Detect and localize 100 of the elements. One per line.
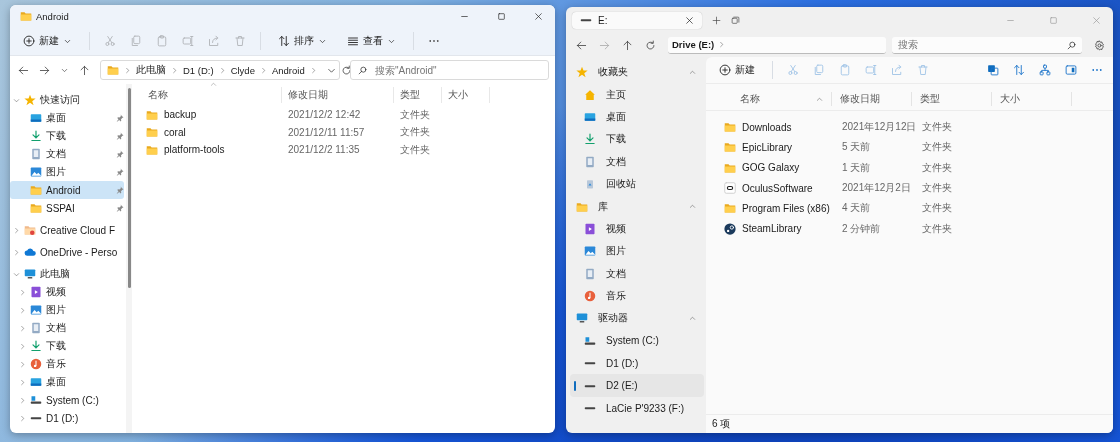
- sidebar-item[interactable]: 文档: [570, 262, 704, 285]
- folder-icon: [107, 64, 119, 76]
- search-icon: [1067, 40, 1076, 50]
- new-button[interactable]: 新建: [20, 32, 75, 50]
- column-header[interactable]: 类型: [912, 92, 992, 106]
- tree-item[interactable]: 文档: [10, 145, 124, 163]
- column-header[interactable]: 修改日期: [832, 92, 912, 106]
- file-name[interactable]: OculusSoftware: [742, 182, 813, 194]
- sort-button[interactable]: 排序: [275, 32, 330, 50]
- scrollbar[interactable]: [126, 84, 132, 433]
- tree-item[interactable]: SSPAI: [10, 199, 124, 217]
- type-cell-text: 文件夹: [921, 181, 953, 196]
- sidebar-item[interactable]: 文档: [570, 150, 704, 173]
- column-header[interactable]: 大小: [442, 87, 490, 103]
- file-name[interactable]: backup: [164, 109, 197, 121]
- column-header[interactable]: 名称: [732, 92, 832, 106]
- folder-icon: [724, 121, 736, 134]
- plus-circle-icon: [719, 64, 731, 76]
- file-name[interactable]: Program Files (x86): [742, 202, 830, 214]
- tab[interactable]: E:: [572, 11, 702, 29]
- sidebar-item[interactable]: 图片: [570, 240, 704, 263]
- tree-item[interactable]: 图片: [10, 301, 124, 319]
- select-icon: [987, 64, 999, 76]
- column-header[interactable]: 名称: [142, 87, 282, 103]
- date-cell-text: 2021年12月2日: [841, 181, 912, 196]
- desktop-icon: [30, 112, 42, 124]
- tree-item[interactable]: Creative Cloud F: [10, 221, 124, 239]
- breadcrumb-item[interactable]: Android: [271, 64, 305, 76]
- sidebar-section-header[interactable]: 驱动器: [570, 307, 706, 330]
- tree-item[interactable]: System (C:): [10, 391, 124, 409]
- sidebar-item[interactable]: 主页: [570, 83, 704, 106]
- sidebar-item[interactable]: D2 (E:): [570, 374, 704, 397]
- sidebar-item[interactable]: 回收站: [570, 172, 704, 196]
- breadcrumb-item[interactable]: Drive (E:): [672, 39, 715, 50]
- chevron-right-icon: [309, 66, 317, 74]
- address-bar[interactable]: Drive (E:): [668, 36, 886, 54]
- plus-circle-icon: [23, 35, 35, 47]
- breadcrumb-item[interactable]: 此电脑: [136, 63, 166, 77]
- file-name[interactable]: GOG Galaxy: [742, 162, 800, 174]
- sidebar-item[interactable]: System (C:): [570, 329, 704, 353]
- new-button[interactable]: 新建: [716, 61, 758, 79]
- breadcrumb-item[interactable]: D1 (D:): [183, 64, 214, 76]
- tree-item[interactable]: 音乐: [10, 355, 124, 373]
- tree-item[interactable]: 桌面: [10, 373, 124, 391]
- tree-item[interactable]: 快速访问: [10, 91, 124, 109]
- column-header[interactable]: 类型: [394, 87, 442, 103]
- document-icon: [584, 267, 596, 280]
- column-header[interactable]: 修改日期: [282, 87, 394, 103]
- desktop-icon: [584, 110, 596, 123]
- tree-item[interactable]: 图片: [10, 163, 124, 181]
- file-name[interactable]: EpicLibrary: [742, 141, 793, 153]
- folder-icon: [724, 161, 736, 174]
- search-field[interactable]: 搜索"Android": [350, 60, 549, 80]
- type-cell-text: 文件夹: [399, 142, 431, 157]
- folder-icon: [146, 126, 158, 139]
- sidebar-section-header[interactable]: 收藏夹: [570, 61, 706, 84]
- sidebar-item[interactable]: LaCie P'9233 (F:): [570, 396, 704, 420]
- home-icon: [584, 88, 596, 101]
- tree-item[interactable]: 此电脑: [10, 265, 124, 283]
- tree-item[interactable]: 下载: [10, 337, 124, 355]
- folder-badge-icon: [24, 224, 36, 236]
- view-button[interactable]: 查看: [344, 32, 399, 50]
- forward-arrow-icon: [599, 39, 610, 51]
- type-cell-text: 文件夹: [399, 107, 431, 122]
- plus-icon: [712, 15, 721, 25]
- date-cell-text: 2021/12/11 11:57: [287, 126, 366, 138]
- folder-icon: [724, 202, 736, 215]
- breadcrumb-item[interactable]: Clyde: [230, 64, 255, 76]
- tree-item[interactable]: 下载: [10, 127, 124, 145]
- folder-icon: [724, 141, 736, 154]
- tree-item[interactable]: Android: [10, 181, 124, 199]
- file-name[interactable]: coral: [164, 126, 186, 138]
- drive-icon: [30, 394, 42, 406]
- file-name[interactable]: platform-tools: [164, 144, 225, 156]
- sort-arrows-icon: [278, 35, 290, 47]
- sidebar-item[interactable]: D1 (D:): [570, 352, 704, 375]
- sidebar-item[interactable]: 视频: [570, 217, 704, 241]
- date-cell-text: 5 天前: [841, 140, 872, 155]
- tree-item[interactable]: OneDrive - Perso: [10, 243, 124, 261]
- file-name[interactable]: Downloads: [742, 121, 792, 133]
- sidebar-item[interactable]: 桌面: [570, 105, 704, 129]
- tree-item[interactable]: 桌面: [10, 109, 124, 127]
- download-icon: [584, 133, 596, 146]
- tree-item[interactable]: 视频: [10, 283, 124, 301]
- tree-item[interactable]: D1 (D:): [10, 409, 124, 427]
- type-cell-text: 文件夹: [921, 221, 953, 236]
- search-field[interactable]: 搜索: [892, 36, 1082, 54]
- back-arrow-icon: [576, 39, 587, 51]
- file-name[interactable]: SteamLibrary: [742, 223, 802, 235]
- chevron-right-icon: [718, 41, 726, 48]
- column-header[interactable]: 大小: [992, 92, 1072, 106]
- desktop-icon: [30, 376, 42, 388]
- tree-item[interactable]: 文档: [10, 319, 124, 337]
- sidebar-item[interactable]: 音乐: [570, 284, 704, 308]
- video-icon: [30, 286, 42, 298]
- sidebar-section-header[interactable]: 库: [570, 195, 706, 218]
- window-title: Android: [36, 10, 69, 22]
- folder-icon: [20, 10, 32, 22]
- sidebar-item[interactable]: 下载: [570, 128, 704, 151]
- cloud-icon: [24, 246, 36, 258]
